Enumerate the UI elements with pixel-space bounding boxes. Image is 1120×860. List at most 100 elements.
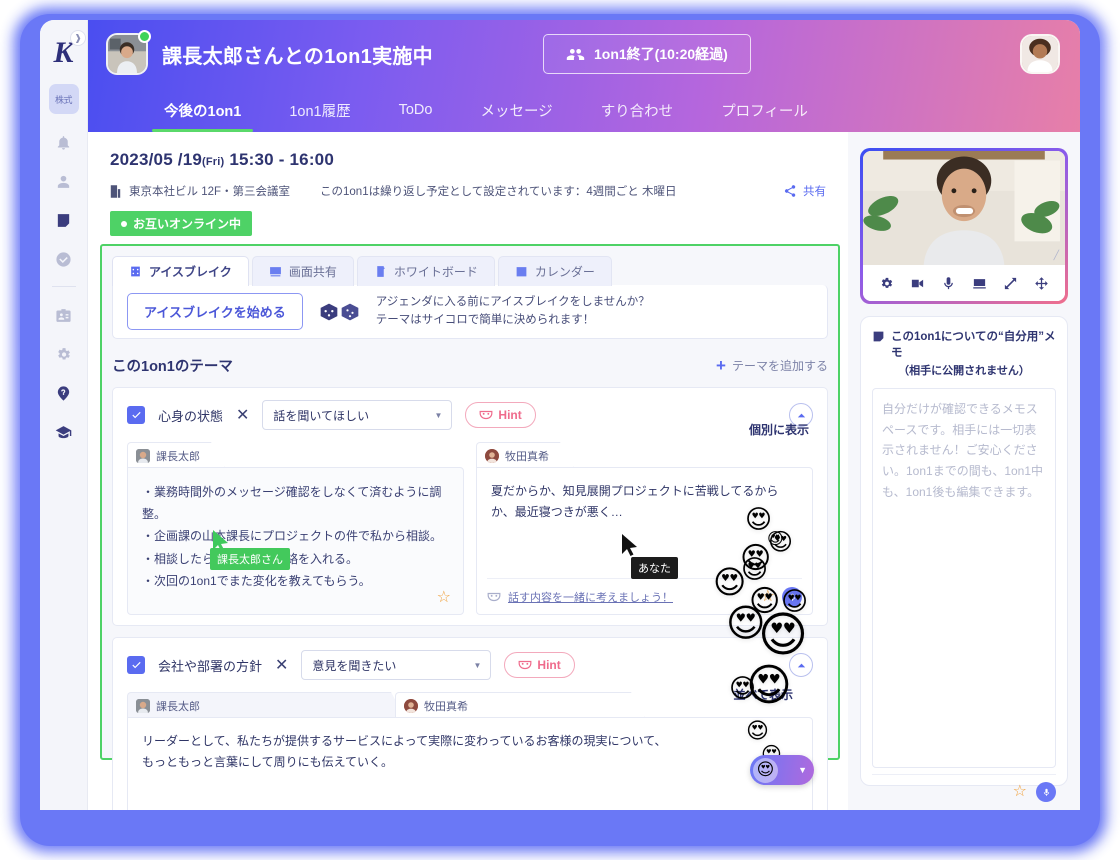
video-feed[interactable]: ╱: [863, 151, 1065, 265]
chevron-up-icon: [797, 663, 805, 667]
theme-title: 心身の状態: [158, 408, 224, 424]
tab-profile[interactable]: プロフィール: [697, 88, 832, 132]
screen-share-icon[interactable]: [972, 276, 987, 291]
app-window: ❱ K 株式 課長太郎さんとの1on1実施中 1on1終了(10:20経過) 今…: [40, 20, 1080, 810]
notes-header: この1on1についての“自分用”メモ: [872, 329, 1056, 361]
theme-panes: 個別に表示 課長太郎 ・業務時間外のメッセージ確認をしなくて済むように調整。 ・…: [127, 423, 813, 615]
share-icon: [784, 185, 796, 197]
resize-handle[interactable]: ╱: [1054, 250, 1059, 261]
sidebar-expand-icon[interactable]: ❱: [70, 30, 86, 46]
pane-body[interactable]: リーダーとして、私たちが提供するサービスによって実際に変わっているお客様の現実に…: [127, 717, 813, 810]
calendar-icon: [516, 267, 527, 277]
sidebar-divider: [51, 286, 76, 287]
pane-tab-label: 牧田真希: [505, 450, 549, 463]
tab-history[interactable]: 1on1履歴: [265, 88, 374, 132]
sidebar-item-tasks[interactable]: [53, 248, 75, 270]
my-avatar[interactable]: [1020, 34, 1060, 74]
expand-icon[interactable]: [1003, 276, 1018, 291]
sidebar-item-notifications[interactable]: [53, 131, 75, 153]
theme-checkbox[interactable]: [127, 406, 145, 424]
tool-tab-calendar[interactable]: カレンダー: [497, 256, 612, 286]
pane-tab-label: 牧田真希: [424, 700, 468, 713]
add-theme-button[interactable]: + テーマを追加する: [716, 357, 828, 374]
bullet-item: ・業務時間外のメッセージ確認をしなくて済むように調整。: [142, 485, 442, 522]
remove-theme-button[interactable]: ✕: [275, 655, 288, 675]
hint-button[interactable]: Hint: [504, 652, 575, 678]
favorite-star-button[interactable]: ☆: [437, 590, 451, 606]
theme-pane-right: 牧田真希 夏だからか、知見展開プロジェクトに苦戦してるからか、最近寝つきが悪く……: [476, 442, 813, 615]
theme-intent-select[interactable]: 話を聞いてほしい ▼: [262, 400, 453, 430]
tab-todo[interactable]: ToDo: [375, 88, 457, 132]
dice-icon-1: [320, 303, 338, 320]
theme-intent-value: 意見を聞きたい: [312, 658, 397, 673]
tab-label: すり合わせ: [600, 103, 674, 120]
start-icebreak-button[interactable]: アイスブレイクを始める: [127, 293, 303, 330]
sidebar-item-learning[interactable]: [53, 421, 75, 443]
tool-tabs: アイスブレイク 画面共有 ホワイトボード カレンダー: [112, 256, 828, 286]
tool-tab-label: ホワイトボード: [393, 265, 478, 279]
voice-input-button[interactable]: [782, 587, 802, 607]
favorite-star-button[interactable]: ☆: [761, 589, 775, 605]
main-area: 2023/05 /19(Fri) 15:30 - 16:00 東京本社ビル 12…: [88, 132, 1080, 810]
tool-tab-label: アイスブレイク: [149, 265, 232, 279]
screenshot-root: ❱ K 株式 課長太郎さんとの1on1実施中 1on1終了(10:20経過) 今…: [0, 0, 1120, 860]
people-icon: [566, 48, 585, 60]
bullet-item: ・企画課の山本課長にプロジェクトの件で私から相談。: [142, 529, 443, 544]
sidebar-item-members[interactable]: [53, 170, 75, 192]
org-badge[interactable]: 株式: [48, 84, 79, 114]
chevron-up-icon: [797, 413, 805, 417]
remote-cursor-label: 課長太郎さん: [210, 548, 290, 570]
meeting-weekday: (Fri): [202, 156, 225, 168]
video-call-card: ╱: [860, 148, 1068, 304]
tool-tab-whiteboard[interactable]: ホワイトボード: [356, 256, 495, 286]
theme-intent-select[interactable]: 意見を聞きたい ▼: [301, 650, 492, 680]
gear-icon[interactable]: [879, 276, 894, 291]
end-session-button[interactable]: 1on1終了(10:20経過): [543, 34, 751, 74]
camera-icon[interactable]: [910, 276, 925, 291]
content-column: 2023/05 /19(Fri) 15:30 - 16:00 東京本社ビル 12…: [88, 132, 848, 810]
hint-owl-icon: [519, 660, 532, 670]
tool-tab-icebreak[interactable]: アイスブレイク: [112, 256, 249, 286]
avatar: [404, 699, 418, 713]
pane-body-left: ・業務時間外のメッセージ確認をしなくて済むように調整。 ・企画課の山本課長にプロ…: [127, 467, 464, 615]
check-circle-icon: [56, 251, 71, 267]
tab-upcoming[interactable]: 今後の1on1: [140, 88, 265, 132]
sidebar-item-help[interactable]: [53, 382, 75, 404]
sidebar-item-one-on-one[interactable]: [53, 209, 75, 231]
mic-icon[interactable]: [941, 276, 956, 291]
screen-share-icon: [269, 267, 281, 277]
move-icon[interactable]: [1034, 276, 1049, 291]
sidebar-item-card[interactable]: [53, 304, 75, 326]
theme-checkbox[interactable]: [127, 656, 145, 674]
pane-tab-partner[interactable]: 課長太郎: [127, 692, 405, 718]
share-button[interactable]: 共有: [783, 183, 826, 199]
pane-tab-self[interactable]: 牧田真希: [476, 442, 574, 468]
icebreak-line-1: アジェンダに入る前にアイスブレイクをしませんか？: [375, 295, 650, 308]
tool-tab-label: 画面共有: [288, 265, 337, 279]
video-card-inner: ╱: [863, 151, 1065, 301]
online-indicator: [138, 30, 151, 43]
private-notes-card: この1on1についての“自分用”メモ （相手に公開されません） 自分だけが確認で…: [860, 316, 1068, 803]
tab-label: 1on1履歴: [289, 103, 351, 120]
pane-tab-self[interactable]: 牧田真希: [395, 692, 645, 718]
notes-textarea[interactable]: 自分だけが確認できるメモスペースです。相手には一切表示されません！ご安心ください…: [872, 388, 1056, 769]
tab-alignment[interactable]: すり合わせ: [577, 88, 698, 132]
display-mode-toggle[interactable]: 個別に表示: [749, 421, 809, 438]
pane-body-right[interactable]: 夏だからか、知見展開プロジェクトに苦戦してるからか、最近寝つきが悪く… 話す内容…: [476, 467, 813, 615]
suggest-topics-link[interactable]: 話す内容を一緒に考えましょう！: [508, 589, 673, 605]
check-icon: [131, 661, 141, 668]
pane-tab-partner[interactable]: 課長太郎: [127, 442, 225, 468]
collapse-theme-button[interactable]: [789, 653, 813, 677]
display-mode-toggle[interactable]: 並べて表示: [733, 686, 793, 703]
remove-theme-button[interactable]: ✕: [236, 405, 249, 425]
tab-label: 今後の1on1: [164, 103, 242, 120]
favorite-star-button[interactable]: ☆: [1013, 784, 1027, 800]
sidebar-item-settings[interactable]: [53, 343, 75, 365]
partner-avatar-wrap[interactable]: [106, 30, 151, 75]
tool-tab-screen-share[interactable]: 画面共有: [251, 256, 354, 286]
hint-button[interactable]: Hint: [465, 402, 536, 428]
hint-label: Hint: [498, 408, 522, 422]
reaction-picker-button[interactable]: 😍 ▼: [750, 755, 814, 785]
tab-messages[interactable]: メッセージ: [456, 88, 576, 132]
voice-input-button[interactable]: [1036, 782, 1056, 803]
